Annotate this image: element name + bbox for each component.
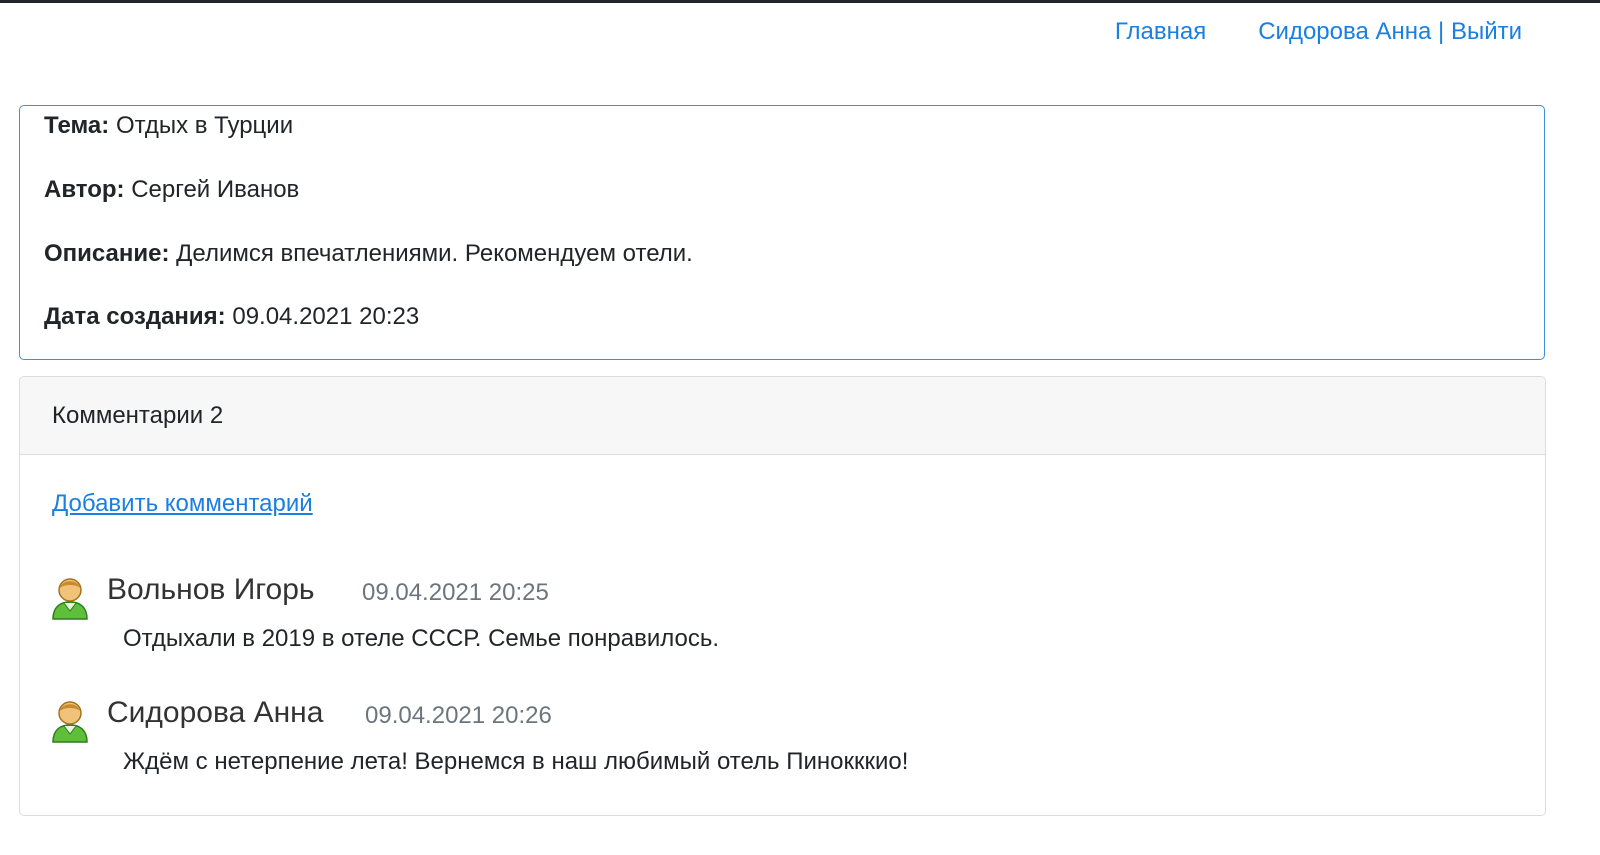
topic-description-value: Делимся впечатлениями. Рекомендуем отели… (176, 240, 693, 267)
topic-created: Дата создания: 09.04.2021 20:23 (44, 302, 419, 332)
comments-count: 2 (209, 401, 224, 429)
profile-link[interactable]: Сидорова Анна (1258, 18, 1431, 46)
topic-author-value: Сергей Иванов (131, 176, 300, 203)
user-avatar-icon (52, 701, 88, 743)
topic-description: Описание: Делимся впечатлениями. Рекомен… (44, 239, 693, 269)
comments-card: Комментарии 2 Добавить комментарий Вольн… (19, 376, 1546, 816)
logout-link[interactable]: Выйти (1451, 18, 1522, 46)
comments-header: Комментарии 2 (20, 377, 1545, 455)
user-links: Сидорова Анна | Выйти (1258, 18, 1522, 46)
comment-author: Вольнов Игорь (107, 573, 315, 606)
comments-header-label: Комментарии (52, 401, 204, 429)
user-avatar-icon (52, 578, 88, 620)
top-border (0, 0, 1600, 3)
comment-date: 09.04.2021 20:26 (365, 702, 552, 729)
topic-author: Автор: Сергей Иванов (44, 175, 299, 205)
topic-subject: Тема: Отдых в Турции (44, 111, 293, 141)
topic-created-label: Дата создания: (44, 303, 226, 330)
top-nav: Главная Сидорова Анна | Выйти (1115, 18, 1522, 46)
comment-date: 09.04.2021 20:25 (362, 579, 549, 606)
add-comment-link[interactable]: Добавить комментарий (52, 490, 313, 518)
topic-subject-label: Тема: (44, 112, 110, 139)
home-link[interactable]: Главная (1115, 18, 1206, 46)
nav-separator: | (1431, 18, 1451, 45)
topic-card: Тема: Отдых в Турции Автор: Сергей Ивано… (19, 105, 1545, 360)
comment-author: Сидорова Анна (107, 696, 324, 729)
comment-text: Ждём с нетерпение лета! Вернемся в наш л… (123, 748, 909, 775)
topic-author-label: Автор: (44, 176, 125, 203)
topic-subject-value: Отдых в Турции (115, 112, 294, 139)
topic-description-label: Описание: (44, 240, 170, 267)
comment-text: Отдыхали в 2019 в отеле СССР. Семье понр… (123, 625, 720, 652)
topic-created-value: 09.04.2021 20:23 (232, 303, 420, 330)
